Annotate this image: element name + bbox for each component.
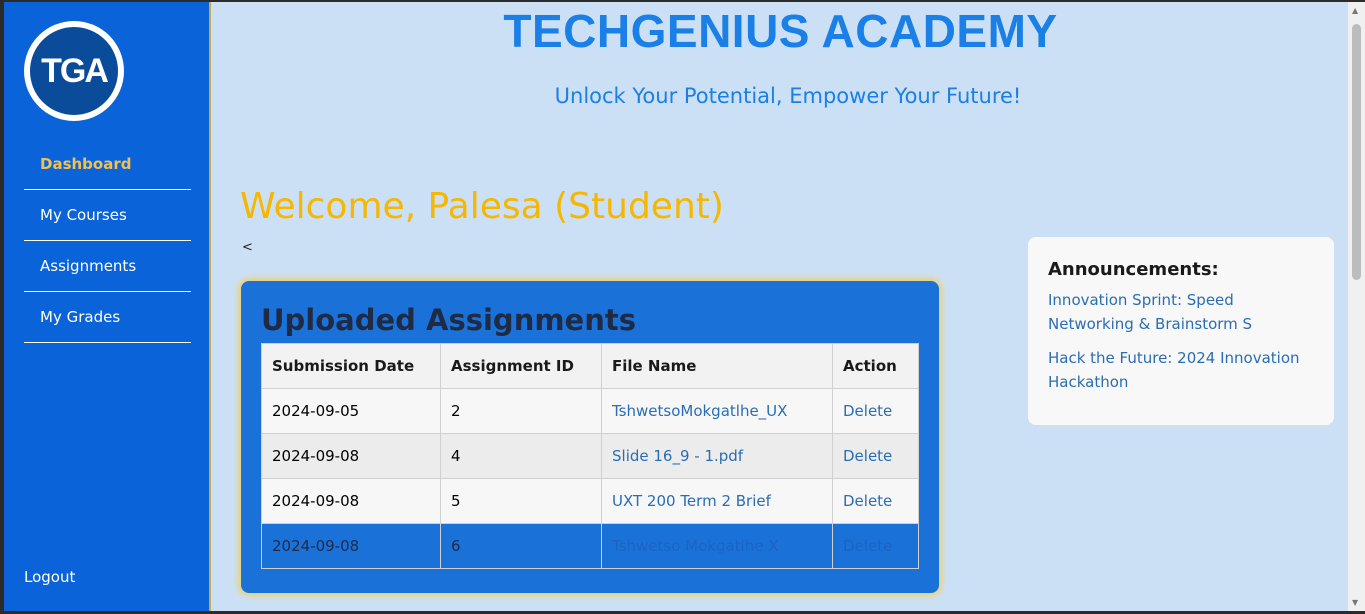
vertical-scrollbar[interactable]: ▲ ▼	[1348, 2, 1365, 611]
table-row: 2024-09-08 6 Tshwetso Mokgatlhe X Delete	[261, 523, 919, 569]
submission-date-cell: 2024-09-08	[261, 478, 441, 524]
sidebar-item-my-grades[interactable]: My Grades	[24, 292, 191, 343]
sidebar-item-assignments[interactable]: Assignments	[24, 241, 191, 292]
delete-link[interactable]: Delete	[832, 523, 919, 569]
sidebar-item-my-courses[interactable]: My Courses	[24, 190, 191, 241]
announcement-link[interactable]: Innovation Sprint: Speed Networking & Br…	[1048, 288, 1314, 336]
card-title: Uploaded Assignments	[261, 303, 636, 337]
assignments-table: Submission Date Assignment ID File Name …	[261, 343, 919, 569]
scroll-up-arrow-icon[interactable]: ▲	[1352, 6, 1358, 15]
app-window: TGA Dashboard My Courses Assignments My …	[4, 2, 1348, 611]
announcement-link[interactable]: Hack the Future: 2024 Innovation Hackath…	[1048, 346, 1314, 394]
submission-date-cell: 2024-09-08	[261, 523, 441, 569]
scroll-thumb[interactable]	[1352, 24, 1361, 280]
logo-text: TGA	[28, 25, 120, 117]
logo: TGA	[24, 21, 124, 121]
table-header-row: Submission Date Assignment ID File Name …	[261, 343, 919, 389]
table-row: 2024-09-08 5 UXT 200 Term 2 Brief Delete	[261, 478, 919, 524]
welcome-heading: Welcome, Palesa (Student)	[240, 186, 724, 227]
sidebar-item-dashboard[interactable]: Dashboard	[24, 139, 191, 190]
table-row: 2024-09-05 2 TshwetsoMokgatlhe_UX Delete	[261, 388, 919, 434]
back-link[interactable]: <	[242, 240, 253, 255]
file-name-link[interactable]: Tshwetso Mokgatlhe X	[601, 523, 833, 569]
logout-link[interactable]: Logout	[24, 568, 75, 586]
submission-date-cell: 2024-09-05	[261, 388, 441, 434]
assignment-id-cell: 2	[440, 388, 602, 434]
assignment-id-cell: 6	[440, 523, 602, 569]
brand-title: TECHGENIUS ACADEMY	[503, 5, 1058, 57]
column-header-file-name: File Name	[601, 343, 833, 389]
delete-link[interactable]: Delete	[832, 478, 919, 524]
tagline: Unlock Your Potential, Empower Your Futu…	[554, 84, 1022, 108]
assignment-id-cell: 4	[440, 433, 602, 479]
file-name-link[interactable]: UXT 200 Term 2 Brief	[601, 478, 833, 524]
uploaded-assignments-card: Uploaded Assignments Submission Date Ass…	[241, 281, 939, 593]
delete-link[interactable]: Delete	[832, 388, 919, 434]
column-header-assignment-id: Assignment ID	[440, 343, 602, 389]
assignment-id-cell: 5	[440, 478, 602, 524]
file-name-link[interactable]: TshwetsoMokgatlhe_UX	[601, 388, 833, 434]
table-row: 2024-09-08 4 Slide 16_9 - 1.pdf Delete	[261, 433, 919, 479]
announcements-title: Announcements:	[1048, 259, 1219, 280]
announcements-panel: Announcements: Innovation Sprint: Speed …	[1028, 237, 1334, 425]
delete-link[interactable]: Delete	[832, 433, 919, 479]
sidebar: TGA Dashboard My Courses Assignments My …	[4, 2, 211, 611]
main-content: TECHGENIUS ACADEMY Unlock Your Potential…	[213, 2, 1348, 611]
scroll-down-arrow-icon[interactable]: ▼	[1352, 598, 1358, 607]
column-header-action: Action	[832, 343, 919, 389]
sidebar-nav: Dashboard My Courses Assignments My Grad…	[24, 139, 191, 343]
column-header-submission-date: Submission Date	[261, 343, 441, 389]
file-name-link[interactable]: Slide 16_9 - 1.pdf	[601, 433, 833, 479]
submission-date-cell: 2024-09-08	[261, 433, 441, 479]
